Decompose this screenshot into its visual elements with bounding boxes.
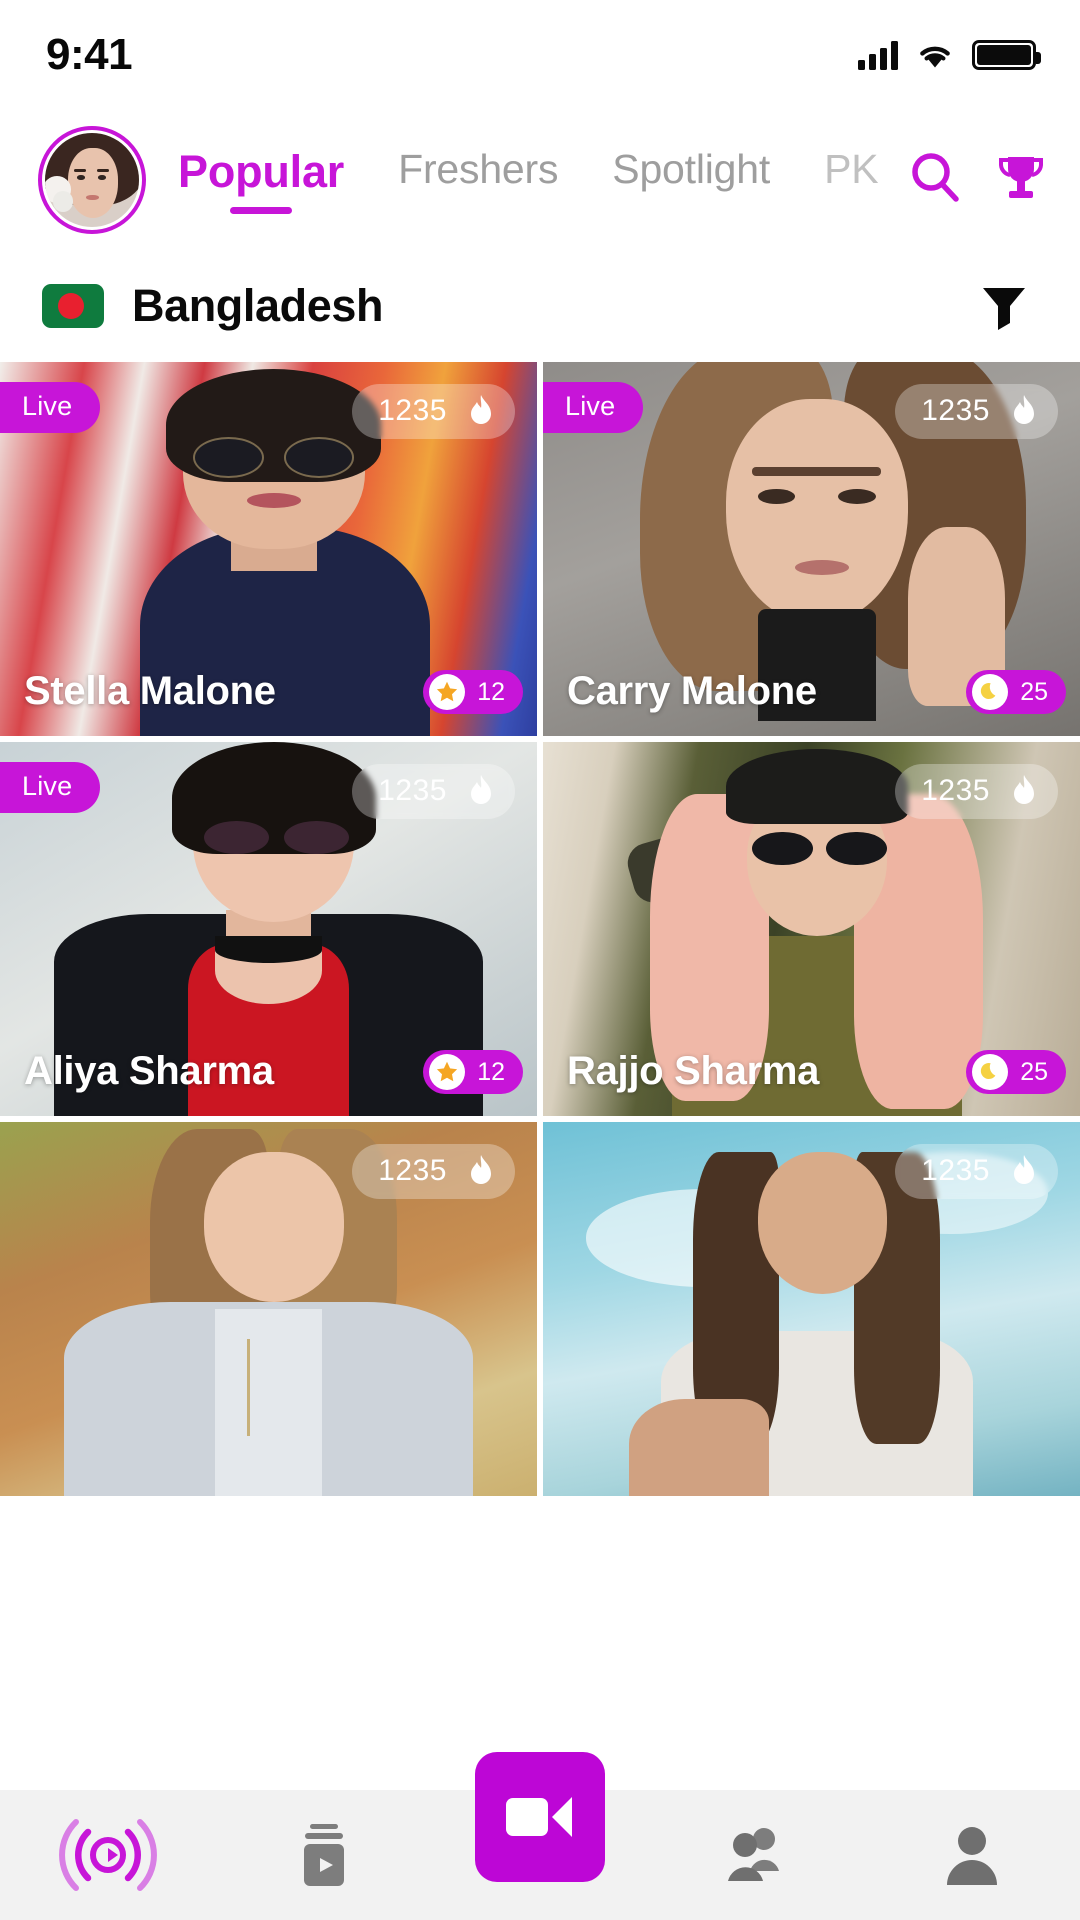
flame-icon	[1014, 395, 1034, 424]
category-tabs: Popular Freshers Spotlight PK	[178, 146, 902, 214]
viewer-count: 1235	[378, 394, 447, 427]
tab-freshers[interactable]: Freshers	[398, 146, 558, 209]
people-group-icon	[728, 1828, 779, 1881]
live-broadcast-icon	[59, 1819, 157, 1891]
profile-avatar[interactable]	[38, 126, 146, 234]
live-badge: Live	[0, 762, 101, 813]
viewer-count: 1235	[921, 774, 990, 807]
filter-funnel-icon[interactable]	[974, 276, 1034, 336]
gem-count: 12	[477, 677, 505, 706]
nav-item-live[interactable]	[0, 1790, 216, 1920]
stream-card[interactable]: Live 1235 Stella Malone 12	[0, 362, 537, 736]
gem-badge: 12	[423, 1050, 523, 1094]
flame-icon	[471, 395, 491, 424]
flame-icon	[471, 1155, 491, 1184]
flame-icon	[471, 775, 491, 804]
stream-card[interactable]: 1235 Rajjo Sharma 25	[543, 742, 1080, 1116]
nav-actions	[902, 144, 1054, 216]
bottom-navigation	[0, 1752, 1080, 1920]
top-navigation: Popular Freshers Spotlight PK	[0, 110, 1080, 250]
moon-icon	[972, 1054, 1009, 1090]
moon-icon	[972, 674, 1009, 710]
streamer-name: Stella Malone	[24, 669, 276, 713]
flame-icon	[1014, 775, 1034, 804]
gem-badge: 12	[423, 670, 523, 714]
status-indicators	[858, 40, 1041, 70]
live-badge: Live	[543, 382, 644, 433]
country-bar[interactable]: Bangladesh	[0, 250, 1080, 362]
nav-item-people[interactable]	[648, 1790, 864, 1920]
cellular-signal-icon	[858, 40, 898, 70]
star-icon	[429, 1054, 466, 1090]
wifi-icon	[916, 40, 954, 70]
gem-count: 25	[1020, 677, 1048, 706]
status-time: 9:41	[46, 30, 133, 79]
star-icon	[429, 674, 466, 710]
bangladesh-flag-icon	[42, 284, 104, 328]
stream-card[interactable]: Live 1235 Carry Malone 25	[543, 362, 1080, 736]
reels-video-icon	[304, 1824, 344, 1886]
tab-popular[interactable]: Popular	[178, 146, 344, 214]
tab-spotlight[interactable]: Spotlight	[612, 146, 770, 209]
country-name: Bangladesh	[132, 280, 384, 331]
nav-item-profile[interactable]	[864, 1790, 1080, 1920]
status-bar: 9:41	[0, 0, 1080, 110]
viewer-count: 1235	[378, 1154, 447, 1187]
viewer-count-chip: 1235	[352, 764, 515, 819]
tab-pk[interactable]: PK	[824, 146, 878, 209]
viewer-count-chip: 1235	[352, 384, 515, 439]
stream-card[interactable]: 1235	[543, 1122, 1080, 1496]
trophy-icon[interactable]	[988, 144, 1054, 210]
search-icon[interactable]	[902, 144, 968, 210]
viewer-count-chip: 1235	[895, 384, 1058, 439]
tab-popular-label: Popular	[178, 146, 345, 197]
stream-card[interactable]: 1235	[0, 1122, 537, 1496]
gem-badge: 25	[966, 670, 1066, 714]
streamer-name: Carry Malone	[567, 669, 817, 713]
gem-badge: 25	[966, 1050, 1066, 1094]
streamer-name: Rajjo Sharma	[567, 1049, 820, 1093]
nav-item-reels[interactable]	[216, 1790, 432, 1920]
active-tab-underline	[230, 207, 293, 214]
streamer-name: Aliya Sharma	[24, 1049, 274, 1093]
live-badge: Live	[0, 382, 101, 433]
stream-card[interactable]: Live 1235 Aliya Sharma 12	[0, 742, 537, 1116]
gem-count: 25	[1020, 1057, 1048, 1086]
app-screen: 9:41 Popular Freshers Spotlight PK Bangl…	[0, 0, 1080, 1920]
video-camera-icon	[506, 1797, 572, 1837]
viewer-count-chip: 1235	[352, 1144, 515, 1199]
viewer-count-chip: 1235	[895, 764, 1058, 819]
profile-person-icon	[947, 1827, 997, 1885]
stream-grid: Live 1235 Stella Malone 12 Live 1235 Car…	[0, 362, 1080, 1496]
start-broadcast-button[interactable]	[475, 1752, 605, 1882]
battery-full-icon	[972, 40, 1041, 70]
viewer-count-chip: 1235	[895, 1144, 1058, 1199]
gem-count: 12	[477, 1057, 505, 1086]
flame-icon	[1014, 1155, 1034, 1184]
viewer-count: 1235	[921, 1154, 990, 1187]
viewer-count: 1235	[378, 774, 447, 807]
viewer-count: 1235	[921, 394, 990, 427]
avatar-image	[45, 133, 139, 227]
